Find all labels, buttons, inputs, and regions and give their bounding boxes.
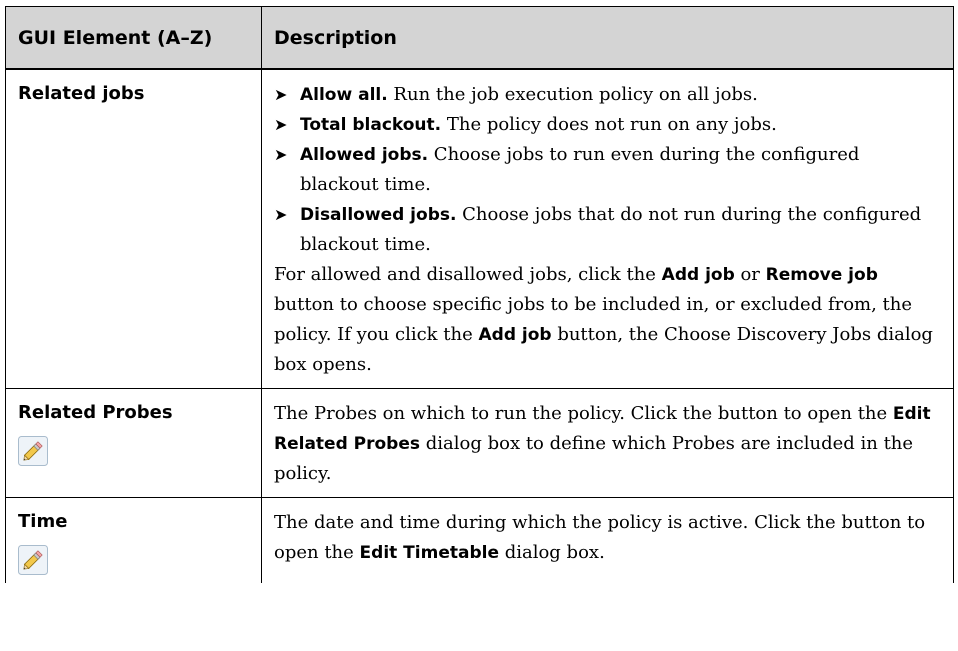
jobs-paragraph: For allowed and disallowed jobs, click t… bbox=[274, 264, 933, 375]
list-item: ➤ Total blackout. The policy does not run… bbox=[274, 110, 939, 140]
element-name: Time bbox=[18, 511, 68, 532]
table-row-time: Time The date and time during which the … bbox=[5, 497, 954, 583]
option-name: Allow all. bbox=[300, 85, 388, 105]
list-item: ➤ Disallowed jobs. Choose jobs that do no… bbox=[274, 200, 939, 260]
list-item: ➤ Allowed jobs. Choose jobs to run even d… bbox=[274, 140, 939, 200]
pencil-icon bbox=[18, 436, 48, 466]
option-name: Total blackout. bbox=[300, 115, 442, 135]
remove-job-label: Remove job bbox=[765, 265, 878, 285]
option-description: The policy does not run on any jobs. bbox=[441, 114, 777, 135]
option-name: Disallowed jobs. bbox=[300, 205, 457, 225]
element-cell: Related Probes bbox=[5, 388, 262, 498]
element-name: Related jobs bbox=[18, 83, 145, 104]
element-cell: Time bbox=[5, 497, 262, 583]
list-item: ➤ Allow all. Run the job execution policy… bbox=[274, 80, 939, 110]
element-cell: Related jobs bbox=[5, 68, 262, 389]
table-row-related-probes: Related Probes The Probes on which to ru… bbox=[5, 388, 954, 498]
header-row: GUI Element (A–Z) Description bbox=[5, 6, 954, 70]
bullet-arrow-icon: ➤ bbox=[274, 115, 288, 134]
add-job-label: Add job bbox=[661, 265, 735, 285]
description-cell: ➤ Allow all. Run the job execution policy… bbox=[261, 68, 954, 389]
edit-timetable-label: Edit Timetable bbox=[359, 543, 499, 563]
bullet-arrow-icon: ➤ bbox=[274, 85, 288, 104]
option-name: Allowed jobs. bbox=[300, 145, 429, 165]
header-gui-element: GUI Element (A–Z) bbox=[5, 6, 262, 70]
pencil-icon bbox=[18, 545, 48, 575]
table-row-related-jobs: Related jobs ➤ Allow all. Run the job exe… bbox=[5, 68, 954, 389]
bullet-arrow-icon: ➤ bbox=[274, 205, 288, 224]
description-cell: The Probes on which to run the policy. C… bbox=[261, 388, 954, 498]
gui-element-table: GUI Element (A–Z) Description Related jo… bbox=[5, 6, 954, 583]
option-description: Run the job execution policy on all jobs… bbox=[387, 84, 758, 105]
element-name: Related Probes bbox=[18, 402, 173, 423]
description-cell: The date and time during which the polic… bbox=[261, 497, 954, 583]
add-job-label: Add job bbox=[478, 325, 552, 345]
header-description: Description bbox=[261, 6, 954, 70]
bullet-arrow-icon: ➤ bbox=[274, 145, 288, 164]
